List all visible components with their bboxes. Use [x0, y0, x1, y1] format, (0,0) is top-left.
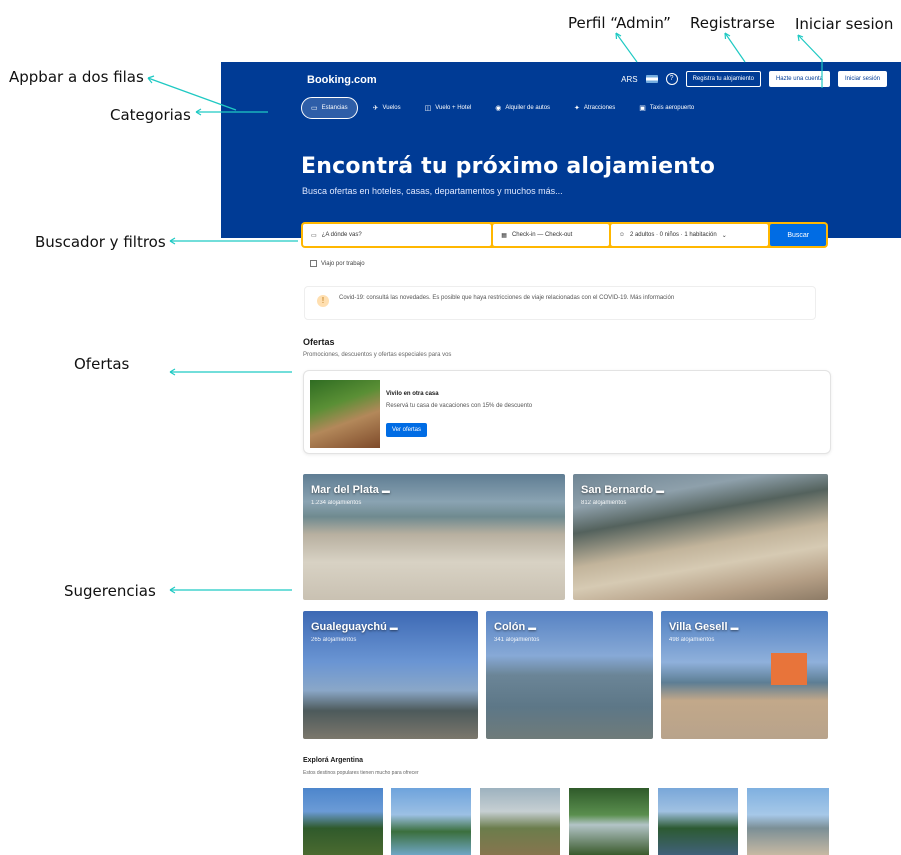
- register-button[interactable]: Hazte una cuenta: [768, 71, 830, 87]
- checkbox-label: Viajo por trabajo: [321, 260, 365, 267]
- warning-icon: !: [317, 295, 329, 307]
- offers-subtitle: Promociones, descuentos y ofertas especi…: [303, 352, 452, 358]
- offer-image: [310, 380, 380, 448]
- explore-card[interactable]: [480, 788, 560, 855]
- destination-input[interactable]: ▭ ¿A dónde vas?: [303, 224, 492, 246]
- destination-name: Villa Gesell ▬: [669, 621, 739, 633]
- flag-icon: ▬: [730, 623, 739, 632]
- bed-icon: ▭: [311, 232, 317, 239]
- offer-card-title: Vivilo en otra casa: [386, 391, 439, 397]
- explore-card[interactable]: [569, 788, 649, 855]
- appbar-actions: ARS ? Registra tu alojamiento Hazte una …: [621, 71, 887, 87]
- currency-selector[interactable]: ARS: [621, 75, 637, 84]
- tab-airport-taxis[interactable]: ▣ Taxis aeropuerto: [630, 97, 703, 119]
- annotation-register: Registrarse: [690, 14, 775, 32]
- tab-flights[interactable]: ✈ Vuelos: [364, 97, 410, 119]
- explore-card[interactable]: [391, 788, 471, 855]
- destination-card[interactable]: Villa Gesell ▬ 498 alojamientos: [661, 611, 828, 739]
- offers-title: Ofertas: [303, 337, 335, 347]
- destination-name: San Bernardo ▬: [581, 484, 665, 496]
- tab-label: Vuelos: [382, 105, 401, 111]
- tab-label: Alquiler de autos: [505, 105, 551, 111]
- destination-card[interactable]: San Bernardo ▬ 812 alojamientos: [573, 474, 828, 600]
- guests-value: 2 adultos · 0 niños · 1 habitación: [629, 232, 717, 238]
- flag-icon: ▬: [389, 623, 398, 632]
- language-flag-icon[interactable]: [645, 75, 658, 83]
- flag-icon: ▬: [656, 486, 665, 495]
- guests-selector[interactable]: ☺ 2 adultos · 0 niños · 1 habitación ⌄: [610, 224, 769, 246]
- annotation-offers: Ofertas: [74, 355, 130, 373]
- destination-card[interactable]: Gualeguaychú ▬ 265 alojamientos: [303, 611, 478, 739]
- car-icon: ◉: [495, 105, 502, 112]
- flag-icon: ▬: [528, 623, 537, 632]
- covid-notice: ! Covid-19: consultá las novedades. Es p…: [304, 286, 816, 320]
- tab-attractions[interactable]: ✦ Atracciones: [565, 97, 624, 119]
- destination-info: 341 alojamientos: [494, 637, 540, 643]
- destination-name: Gualeguaychú ▬: [311, 621, 398, 633]
- bed-icon: ▭: [311, 105, 318, 112]
- explore-title: Explorá Argentina: [303, 757, 364, 764]
- search-bar: ▭ ¿A dónde vas? ▦ Check-in — Check-out ☺…: [301, 222, 828, 248]
- destination-info: 265 alojamientos: [311, 637, 357, 643]
- destination-info: 498 alojamientos: [669, 637, 715, 643]
- work-travel-checkbox[interactable]: Viajo por trabajo: [310, 260, 365, 267]
- annotation-suggestions: Sugerencias: [64, 582, 156, 600]
- admin-profile-button[interactable]: Registra tu alojamiento: [685, 71, 761, 87]
- destination-card[interactable]: Colón ▬ 341 alojamientos: [486, 611, 653, 739]
- plane-icon: ✈: [372, 105, 379, 112]
- tab-stays[interactable]: ▭ Estancias: [301, 97, 358, 119]
- suitcase-icon: ◫: [424, 105, 432, 112]
- annotation-search: Buscador y filtros: [35, 233, 166, 251]
- logo[interactable]: Booking.com: [307, 74, 377, 86]
- explore-subtitle: Estos destinos populares tienen mucho pa…: [303, 770, 419, 776]
- taxi-icon: ▣: [639, 105, 646, 112]
- destination-info: 1.234 alojamientos: [311, 500, 362, 506]
- explore-card[interactable]: [747, 788, 829, 855]
- tab-label: Estancias: [321, 105, 348, 111]
- offer-card[interactable]: Vivilo en otra casa Reservá tu casa de v…: [303, 370, 831, 454]
- destination-card[interactable]: Mar del Plata ▬ 1.234 alojamientos: [303, 474, 565, 600]
- destination-name: Mar del Plata ▬: [311, 484, 390, 496]
- person-icon: ☺: [618, 232, 625, 238]
- hero-title: Encontrá tu próximo alojamiento: [301, 154, 716, 179]
- tab-label: Taxis aeropuerto: [649, 105, 695, 111]
- flag-icon: ▬: [381, 486, 390, 495]
- chevron-down-icon: ⌄: [721, 232, 727, 239]
- calendar-icon: ▦: [501, 232, 507, 239]
- annotation-appbar: Appbar a dos filas: [9, 68, 144, 86]
- tab-car-rental[interactable]: ◉ Alquiler de autos: [486, 97, 559, 119]
- category-tabs: ▭ Estancias ✈ Vuelos ◫ Vuelo + Hotel ◉ Alqui…: [301, 97, 703, 119]
- arrow-register: [724, 32, 746, 63]
- annotation-admin-profile: Perfil “Admin”: [568, 14, 671, 32]
- explore-card[interactable]: [303, 788, 383, 855]
- search-button[interactable]: Buscar: [770, 224, 826, 246]
- login-button[interactable]: Iniciar sesión: [837, 71, 887, 87]
- arrow-admin: [615, 32, 638, 63]
- hero-subtitle: Busca ofertas en hoteles, casas, departa…: [302, 186, 563, 196]
- lifeguard-tower-image: [771, 653, 807, 685]
- appbar-hero: Booking.com ARS ? Registra tu alojamient…: [221, 62, 901, 238]
- destination-name: Colón ▬: [494, 621, 537, 633]
- tab-label: Atracciones: [583, 105, 616, 111]
- help-icon[interactable]: ?: [665, 73, 678, 85]
- offer-card-button[interactable]: Ver ofertas: [386, 423, 428, 437]
- tab-flight-hotel[interactable]: ◫ Vuelo + Hotel: [416, 97, 481, 119]
- offer-card-description: Reservá tu casa de vacaciones con 15% de…: [386, 403, 533, 409]
- annotation-login: Iniciar sesion: [795, 15, 894, 33]
- date-range: Check-in — Check-out: [511, 232, 573, 238]
- checkbox-icon[interactable]: [310, 260, 317, 267]
- date-picker[interactable]: ▦ Check-in — Check-out: [493, 224, 609, 246]
- notice-text: Covid-19: consultá las novedades. Es pos…: [339, 295, 675, 301]
- annotation-categories: Categorias: [110, 106, 191, 124]
- ticket-icon: ✦: [574, 105, 580, 112]
- explore-card[interactable]: [658, 788, 738, 855]
- destination-placeholder: ¿A dónde vas?: [321, 232, 362, 238]
- tab-label: Vuelo + Hotel: [435, 105, 472, 111]
- destination-info: 812 alojamientos: [581, 500, 627, 506]
